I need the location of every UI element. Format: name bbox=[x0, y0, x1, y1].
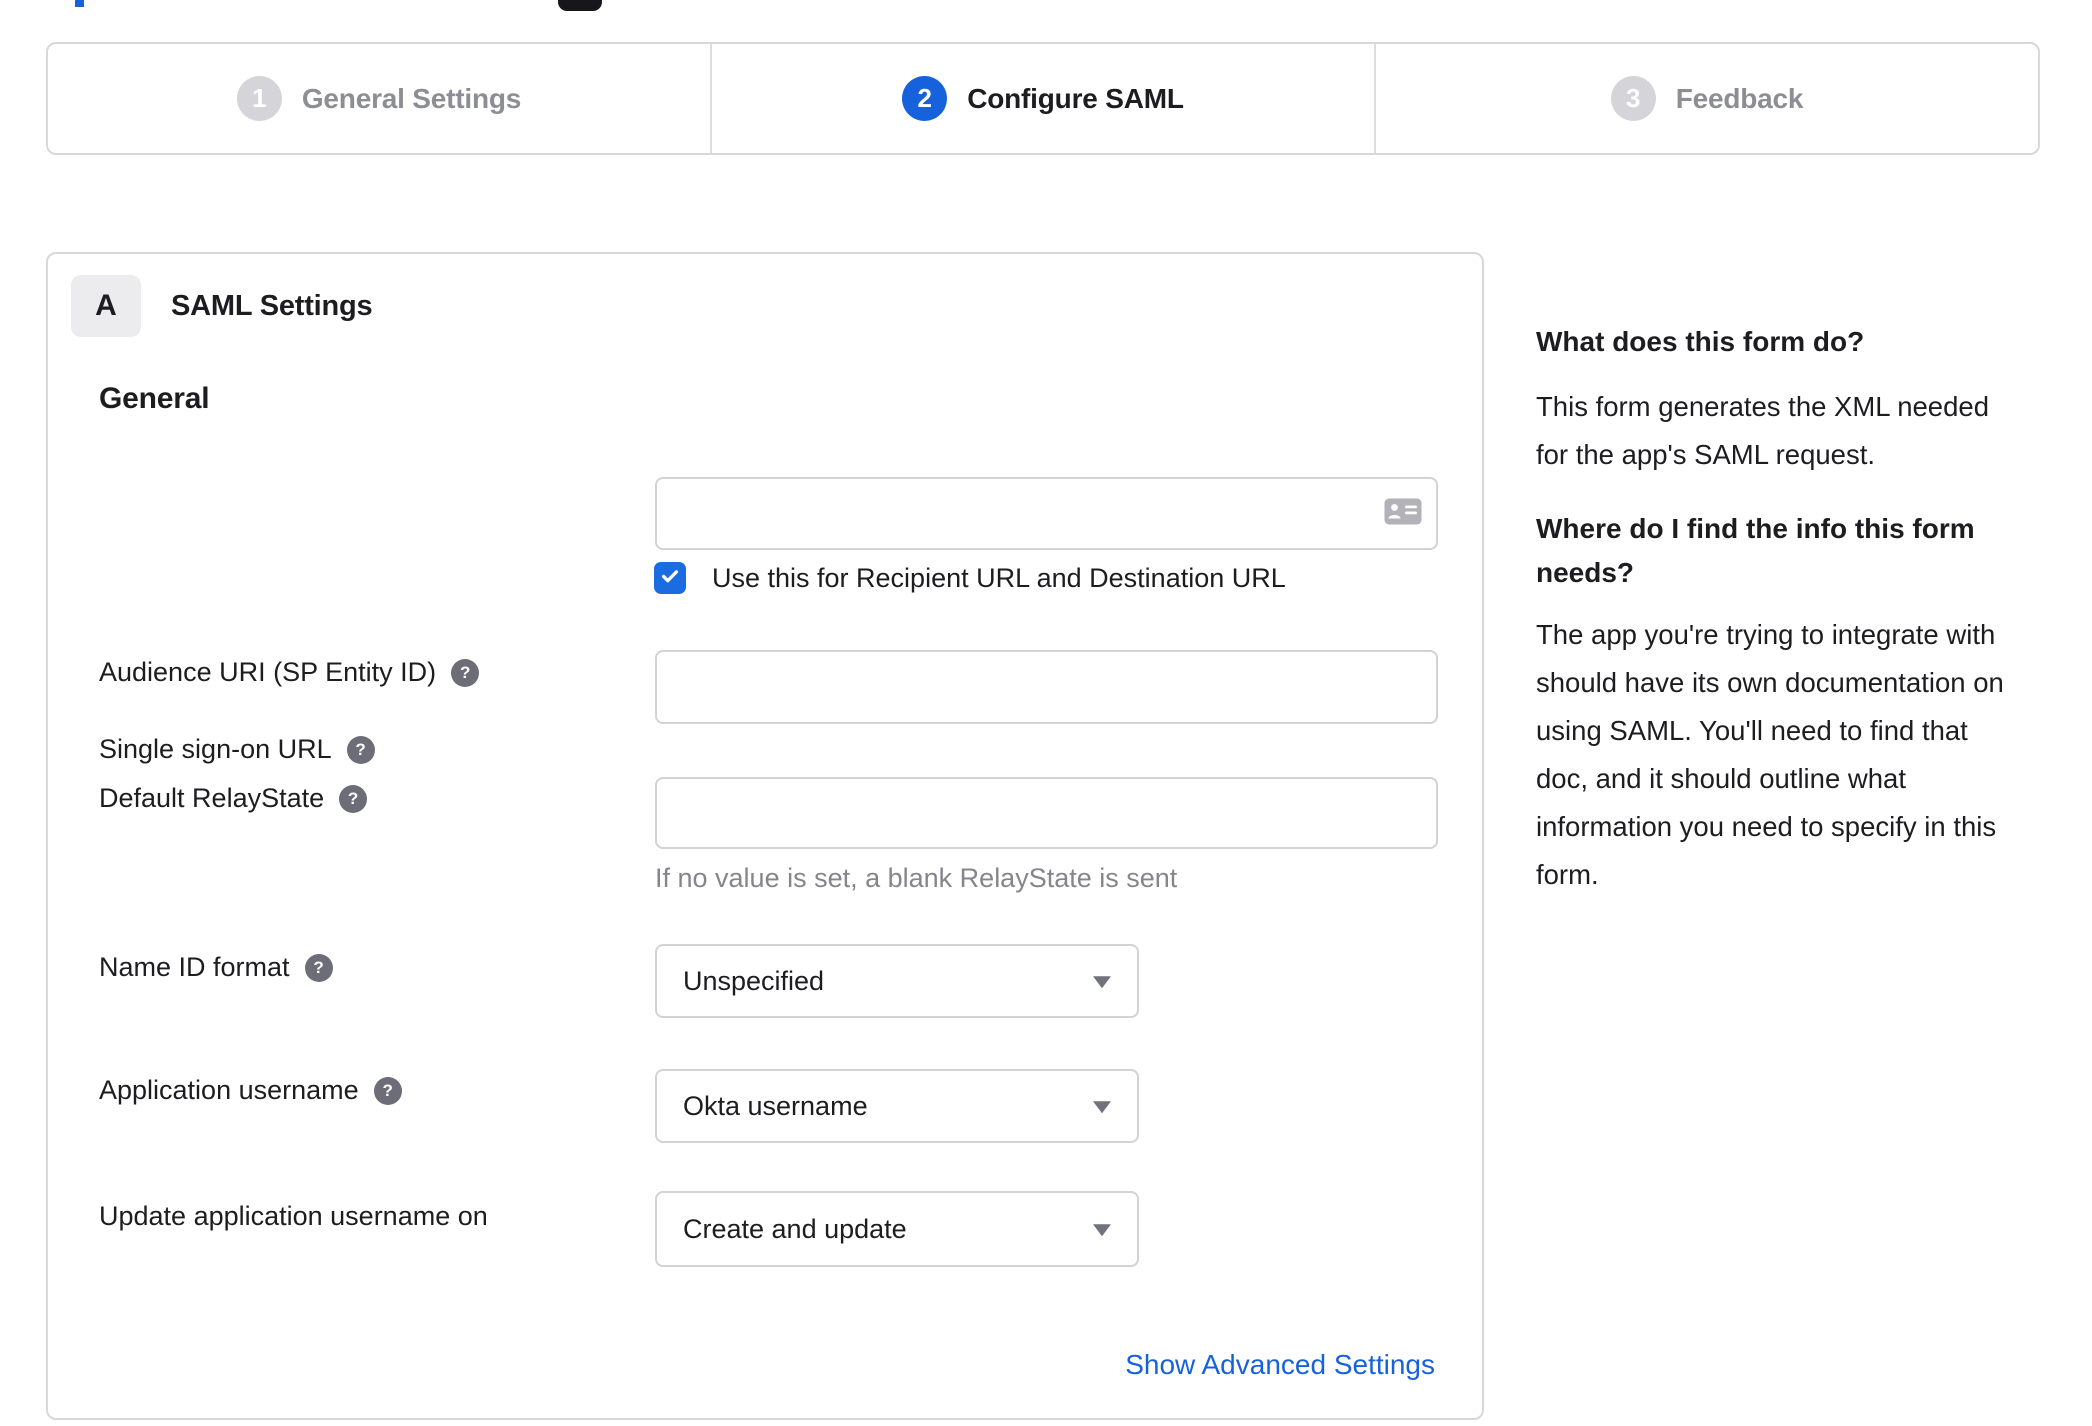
show-advanced-settings-link[interactable]: Show Advanced Settings bbox=[1125, 1349, 1435, 1381]
step-feedback[interactable]: 3 Feedback bbox=[1374, 44, 2038, 153]
recipient-url-checkbox-label: Use this for Recipient URL and Destinati… bbox=[712, 562, 1286, 593]
panel-title: SAML Settings bbox=[171, 289, 373, 322]
cutoff-title-fragment-blue bbox=[75, 0, 84, 7]
chevron-down-icon bbox=[1093, 976, 1111, 989]
section-a-badge: A bbox=[71, 275, 141, 337]
saml-settings-panel: A SAML Settings General Single sign-on U… bbox=[46, 252, 1484, 1420]
sidebar-question-1: What does this form do? bbox=[1536, 326, 1865, 357]
relaystate-help-icon[interactable]: ? bbox=[339, 784, 368, 813]
name-id-format-select[interactable]: Unspecified bbox=[655, 944, 1139, 1018]
step-1-number-badge: 1 bbox=[236, 76, 282, 121]
relaystate-input[interactable] bbox=[655, 777, 1438, 849]
audience-uri-input[interactable] bbox=[655, 650, 1438, 724]
name-id-format-help-icon[interactable]: ? bbox=[304, 953, 333, 982]
application-username-select[interactable]: Okta username bbox=[655, 1069, 1139, 1143]
help-sidebar: What does this form do? This form genera… bbox=[1536, 320, 2041, 899]
step-2-number-badge: 2 bbox=[902, 76, 948, 121]
sso-url-help-icon[interactable]: ? bbox=[346, 735, 375, 764]
page: 1 General Settings 2 Configure SAML 3 Fe… bbox=[0, 0, 2092, 1426]
audience-uri-help-icon[interactable]: ? bbox=[451, 658, 480, 687]
chevron-down-icon bbox=[1093, 1224, 1111, 1237]
sso-url-input[interactable] bbox=[655, 477, 1438, 550]
update-username-select[interactable]: Create and update bbox=[655, 1191, 1139, 1267]
application-username-value: Okta username bbox=[683, 1090, 868, 1121]
sidebar-paragraph-1: This form generates the XML needed for t… bbox=[1536, 391, 1989, 470]
sso-url-label-row: Single sign-on URL ? bbox=[99, 734, 375, 765]
panel-header: A SAML Settings bbox=[71, 275, 373, 337]
update-username-label-row: Update application username on bbox=[99, 1201, 488, 1232]
sso-url-label: Single sign-on URL bbox=[99, 734, 332, 764]
application-username-label-row: Application username ? bbox=[99, 1075, 402, 1106]
step-configure-saml[interactable]: 2 Configure SAML bbox=[710, 44, 1374, 153]
relaystate-hint: If no value is set, a blank RelayState i… bbox=[655, 863, 1178, 893]
name-id-format-value: Unspecified bbox=[683, 965, 825, 996]
relaystate-label-row: Default RelayState ? bbox=[99, 783, 368, 814]
update-username-label: Update application username on bbox=[99, 1201, 488, 1231]
name-id-format-label-row: Name ID format ? bbox=[99, 952, 333, 983]
audience-uri-label: Audience URI (SP Entity ID) bbox=[99, 657, 437, 687]
general-section-heading: General bbox=[99, 382, 210, 415]
update-username-value: Create and update bbox=[683, 1213, 907, 1244]
step-1-label: General Settings bbox=[301, 82, 522, 114]
application-username-label: Application username bbox=[99, 1075, 359, 1105]
step-2-label: Configure SAML bbox=[967, 82, 1184, 114]
cutoff-title-fragment-dark bbox=[558, 0, 602, 11]
chevron-down-icon bbox=[1093, 1101, 1111, 1114]
recipient-url-checkbox[interactable] bbox=[654, 562, 686, 594]
sso-url-input-wrap bbox=[655, 477, 1438, 550]
wizard-stepper: 1 General Settings 2 Configure SAML 3 Fe… bbox=[46, 42, 2040, 155]
application-username-help-icon[interactable]: ? bbox=[373, 1076, 402, 1105]
recipient-url-checkbox-row: Use this for Recipient URL and Destinati… bbox=[654, 562, 1286, 594]
name-id-format-label: Name ID format bbox=[99, 952, 290, 982]
sidebar-question-2: Where do I find the info this form needs… bbox=[1536, 513, 1975, 588]
audience-uri-label-row: Audience URI (SP Entity ID) ? bbox=[99, 657, 480, 688]
step-3-label: Feedback bbox=[1675, 82, 1804, 114]
checkmark-icon bbox=[659, 565, 681, 592]
relaystate-label: Default RelayState bbox=[99, 783, 325, 813]
step-general-settings[interactable]: 1 General Settings bbox=[48, 44, 710, 153]
step-3-number-badge: 3 bbox=[1610, 76, 1656, 121]
sidebar-paragraph-2: The app you're trying to integrate with … bbox=[1536, 619, 2004, 890]
